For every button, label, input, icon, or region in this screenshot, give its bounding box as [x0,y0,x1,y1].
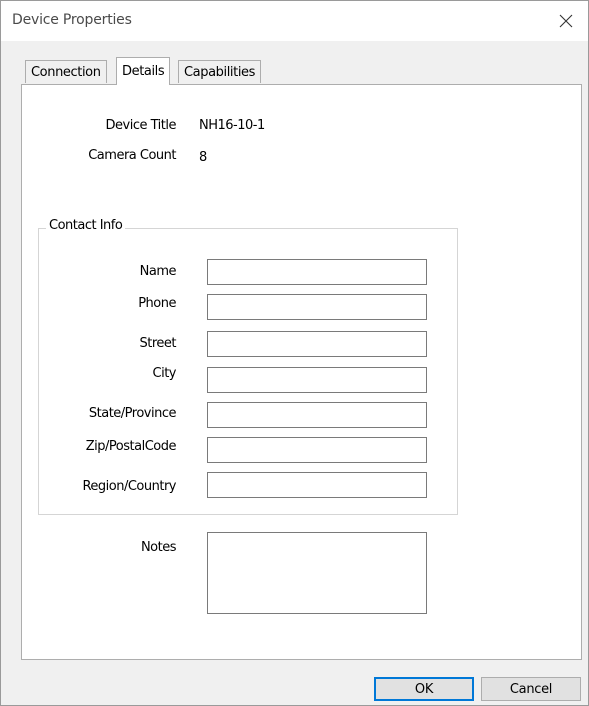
state-province-field[interactable] [207,402,427,428]
window-title: Device Properties [12,12,132,28]
cancel-button[interactable]: Cancel [481,677,581,701]
tab-connection[interactable]: Connection [25,60,107,83]
tab-capabilities[interactable]: Capabilities [178,60,262,83]
notes-field[interactable] [207,532,427,614]
ok-button[interactable]: OK [374,677,474,701]
street-field[interactable] [207,331,427,357]
name-field[interactable] [207,259,427,285]
close-button[interactable] [544,1,588,41]
tab-details[interactable]: Details [116,57,171,85]
region-country-field[interactable] [207,472,427,498]
title-bar: Device Properties [1,1,588,41]
zip-postal-code-field[interactable] [207,437,427,463]
city-field[interactable] [207,367,427,393]
close-icon [559,14,573,28]
phone-field[interactable] [207,294,427,320]
